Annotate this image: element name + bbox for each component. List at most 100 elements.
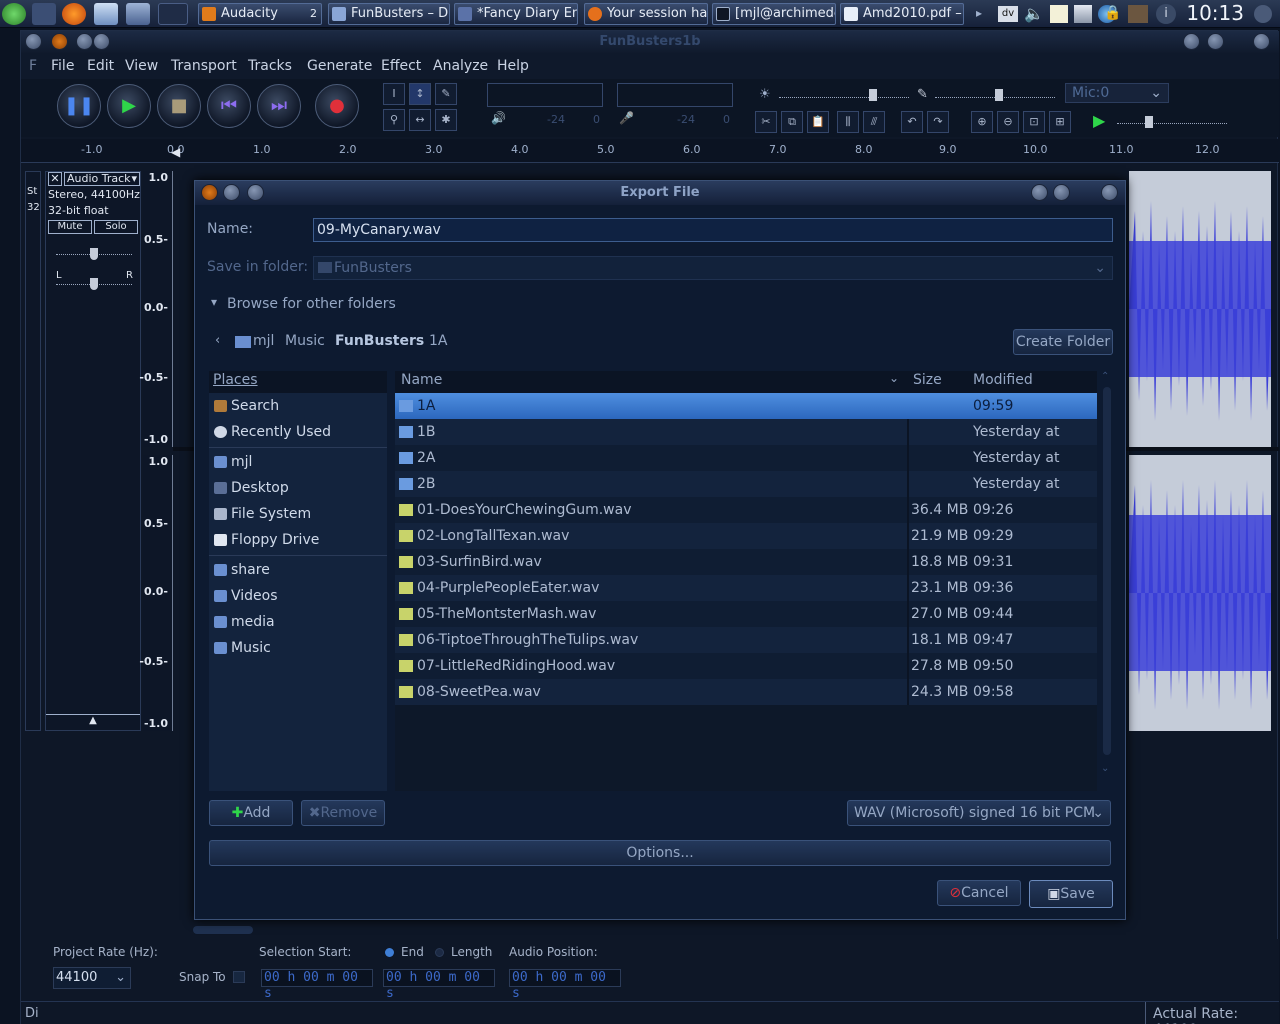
filename-input[interactable]: 09-MyCanary.wav xyxy=(313,218,1113,242)
terminal-launcher-icon[interactable] xyxy=(126,3,150,25)
file-row[interactable]: 02-LongTallTexan.wav 21.9 MB 09:29 xyxy=(395,523,1097,549)
lock-icon[interactable]: 🔒 xyxy=(1104,5,1121,23)
input-device-select[interactable]: Mic:0 ⌄ xyxy=(1065,83,1169,103)
file-type-select[interactable]: WAV (Microsoft) signed 16 bit PCM ⌄ xyxy=(847,800,1111,826)
dialog-on-top-icon[interactable] xyxy=(247,184,264,201)
menu-analyze[interactable]: Analyze xyxy=(433,58,488,74)
task-funbusters[interactable]: FunBusters – D xyxy=(328,3,450,25)
slider-handle[interactable] xyxy=(869,89,877,101)
place-media[interactable]: media xyxy=(209,609,387,635)
kde-menu-icon[interactable] xyxy=(2,3,26,25)
audio-position-time[interactable]: 00 h 00 m 00 s xyxy=(509,969,621,1001)
menu-view[interactable]: View xyxy=(125,58,158,74)
menu-file[interactable]: File xyxy=(51,58,74,74)
collapse-track-icon[interactable]: ▲ xyxy=(46,714,140,728)
place-home[interactable]: mjl xyxy=(209,449,387,475)
folder-row[interactable]: 2AYesterday at 19:27 xyxy=(395,445,1097,492)
scroll-thumb[interactable] xyxy=(1103,387,1111,755)
mute-button[interactable]: Mute xyxy=(48,220,92,234)
file-manager-icon[interactable] xyxy=(94,3,118,25)
file-row[interactable]: 04-PurplePeopleEater.wav 23.1 MB 09:36 xyxy=(395,575,1097,601)
file-row[interactable]: 05-TheMontsterMash.wav 27.0 MB 09:44 xyxy=(395,601,1097,627)
window-on-top-icon[interactable] xyxy=(93,33,110,50)
create-folder-button[interactable]: Create Folder xyxy=(1013,329,1113,355)
end-radio[interactable] xyxy=(385,948,394,957)
fit-selection-icon[interactable]: ⊡ xyxy=(1023,111,1045,133)
window-shade-icon[interactable] xyxy=(76,33,93,50)
volume-icon[interactable]: 🔈 xyxy=(1024,4,1044,24)
places-header[interactable]: Places xyxy=(213,372,258,388)
menu-generate[interactable]: Generate xyxy=(307,58,372,74)
keyboard-layout-indicator[interactable]: dv xyxy=(998,6,1018,22)
menu-effect[interactable]: Effect xyxy=(381,58,421,74)
zoom-in-icon[interactable]: ⊕ xyxy=(971,111,993,133)
menu-edit[interactable]: Edit xyxy=(87,58,114,74)
task-firefox-session[interactable]: Your session ha xyxy=(584,3,708,25)
copy-icon[interactable]: ⧉ xyxy=(781,111,803,133)
close-icon[interactable] xyxy=(1253,33,1270,50)
selection-tool[interactable]: I xyxy=(383,83,405,105)
skip-start-button[interactable]: ⏮ xyxy=(207,84,251,128)
maximize-icon[interactable] xyxy=(1207,33,1224,50)
play-speed-slider[interactable] xyxy=(1117,123,1227,124)
place-floppy[interactable]: Floppy Drive xyxy=(209,527,387,553)
place-recently-used[interactable]: Recently Used xyxy=(209,419,387,445)
browse-expander[interactable]: Browse for other folders xyxy=(227,296,396,312)
selection-end-time[interactable]: 00 h 00 m 00 s xyxy=(383,969,495,1001)
record-meter[interactable] xyxy=(617,83,733,107)
place-search[interactable]: Search xyxy=(209,393,387,419)
play-at-speed-icon[interactable]: ▶ xyxy=(1093,111,1105,130)
playhead-marker-icon[interactable]: ◀ xyxy=(171,145,180,159)
play-button[interactable]: ▶ xyxy=(107,84,151,128)
breadcrumb-mjl[interactable]: mjl xyxy=(253,333,274,349)
skip-end-button[interactable]: ⏭ xyxy=(257,84,301,128)
storage-icon[interactable] xyxy=(1074,5,1092,23)
solo-button[interactable]: Solo xyxy=(94,220,138,234)
options-button[interactable]: Options... xyxy=(209,840,1111,866)
dialog-minimize-icon[interactable] xyxy=(1031,184,1048,201)
file-list-scrollbar[interactable]: ⌃ ⌄ xyxy=(1101,371,1113,791)
save-in-folder-select[interactable]: FunBusters ⌄ xyxy=(313,256,1113,280)
menu-tracks[interactable]: Tracks xyxy=(248,58,292,74)
menu-help[interactable]: Help xyxy=(497,58,529,74)
place-music[interactable]: Music xyxy=(209,635,387,661)
taskbar-scroll-arrow-icon[interactable]: ▸ xyxy=(976,6,982,20)
record-button[interactable]: ● xyxy=(315,84,359,128)
task-pdf[interactable]: Amd2010.pdf – xyxy=(840,3,964,25)
snap-to-checkbox[interactable] xyxy=(233,971,245,983)
place-file-system[interactable]: File System xyxy=(209,501,387,527)
horizontal-scrollbar[interactable] xyxy=(181,925,1251,935)
pause-button[interactable]: ❚❚ xyxy=(57,84,101,128)
place-share[interactable]: share xyxy=(209,557,387,583)
timeshift-tool-icon[interactable]: ↔ xyxy=(409,109,431,131)
draw-tool-pencil-icon[interactable]: ✎ xyxy=(435,83,457,105)
output-volume-slider[interactable] xyxy=(779,97,909,98)
dialog-shade-icon[interactable] xyxy=(223,184,240,201)
close-track-icon[interactable]: ✕ xyxy=(48,172,62,186)
project-rate-select[interactable]: 44100 ⌄ xyxy=(53,967,131,989)
window-menu-icon[interactable] xyxy=(25,33,42,50)
package-updater-icon[interactable] xyxy=(1128,5,1148,23)
zoom-tool-icon[interactable]: ⚲ xyxy=(383,109,405,131)
envelope-tool[interactable]: ↕ xyxy=(409,83,431,105)
paste-icon[interactable]: 📋 xyxy=(807,111,829,133)
file-row[interactable]: 08-SweetPea.wav 24.3 MB 09:58 xyxy=(395,679,1097,705)
task-fancy-diary[interactable]: *Fancy Diary En xyxy=(454,3,578,25)
undo-icon[interactable]: ↶ xyxy=(901,111,923,133)
place-desktop[interactable]: Desktop xyxy=(209,475,387,501)
add-button[interactable]: ✚Add xyxy=(209,800,293,826)
column-name[interactable]: Name xyxy=(401,372,442,388)
play-meter[interactable] xyxy=(487,83,603,107)
scroll-up-icon[interactable]: ⌃ xyxy=(1101,371,1109,382)
slider-handle[interactable] xyxy=(90,278,98,290)
cancel-button[interactable]: ⊘Cancel xyxy=(937,880,1021,906)
clipboard-icon[interactable] xyxy=(1050,5,1068,23)
file-row[interactable]: 06-TiptoeThroughTheTulips.wav 18.1 MB 09:4… xyxy=(395,627,1097,653)
breadcrumb-music[interactable]: Music xyxy=(285,333,325,349)
info-icon[interactable]: i xyxy=(1156,4,1176,24)
save-button[interactable]: ▣Save xyxy=(1029,880,1113,908)
selection-start-time[interactable]: 00 h 00 m 00 s xyxy=(261,969,373,1001)
breadcrumb-funbusters[interactable]: FunBusters xyxy=(335,333,424,349)
zoom-out-icon[interactable]: ⊖ xyxy=(997,111,1019,133)
silence-icon[interactable]: ⫻ xyxy=(863,111,885,133)
